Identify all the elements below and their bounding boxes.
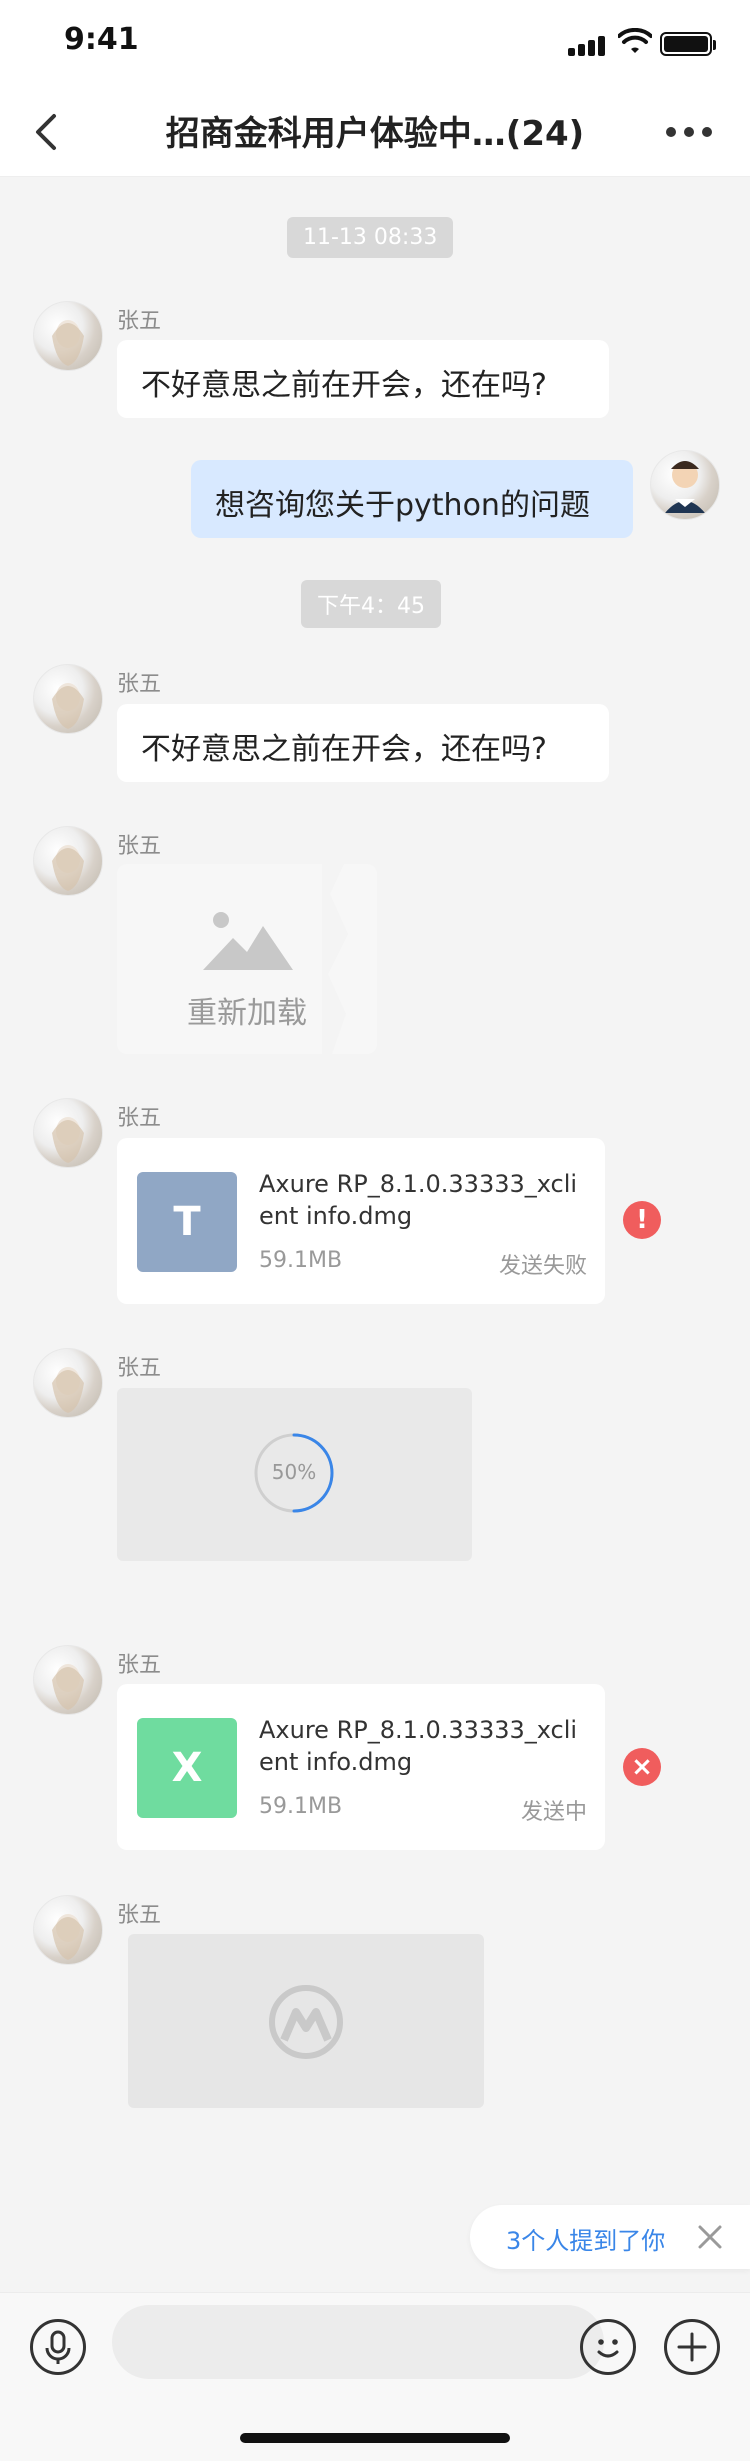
status-time: 9:41 [64,22,139,57]
sender-name: 张五 [117,1356,162,1381]
file-card[interactable]: X Axure RP_8.1.0.33333_xclient info.dmg … [117,1684,605,1850]
status-icons [568,28,718,60]
avatar[interactable] [33,1645,103,1715]
status-bar: 9:41 [0,0,750,88]
image-icon [203,912,293,970]
avatar[interactable] [33,301,103,371]
avatar-self[interactable] [650,450,720,520]
sender-name: 张五 [117,672,162,697]
image-placeholder[interactable]: 重新加载 [117,864,377,1054]
more-options-icon[interactable] [666,124,722,140]
progress-label: 50% [271,1460,317,1484]
chat-title: 招商金科用户体验中…(24) [165,114,585,154]
file-size: 59.1MB [259,1248,343,1273]
message-bubble-self[interactable]: 想咨询您关于python的问题 [191,460,633,538]
input-bar [0,2292,750,2461]
file-card[interactable]: T Axure RP_8.1.0.33333_xclient info.dmg … [117,1138,605,1304]
sender-name: 张五 [117,1106,162,1131]
sender-name: 张五 [117,834,162,859]
emoji-icon[interactable] [580,2319,636,2375]
signal-icon [568,34,608,56]
avatar[interactable] [33,1895,103,1965]
avatar[interactable] [33,664,103,734]
back-icon[interactable] [24,108,72,156]
video-upload-card[interactable]: 50% [117,1388,472,1561]
avatar[interactable] [33,826,103,896]
reload-text[interactable]: 重新加载 [187,988,307,1032]
file-size: 59.1MB [259,1794,343,1819]
file-name: Axure RP_8.1.0.33333_xclient info.dmg [259,1716,578,1776]
close-icon[interactable] [696,2223,724,2251]
file-status: 发送中 [520,1800,587,1825]
nav-bar: 招商金科用户体验中…(24) [0,88,750,177]
wifi-icon [618,28,652,53]
file-type-icon: T [137,1172,237,1272]
file-status: 发送失败 [498,1254,587,1279]
brand-logo-icon [269,1985,343,2059]
message-input[interactable] [112,2305,604,2379]
image-card[interactable] [128,1934,484,2108]
sender-name: 张五 [117,309,162,334]
avatar[interactable] [33,1098,103,1168]
message-bubble[interactable]: 不好意思之前在开会，还在吗? [117,340,609,418]
mention-text[interactable]: 3个人提到了你 [506,2221,665,2256]
file-type-icon: X [137,1718,237,1818]
sender-name: 张五 [117,1903,162,1928]
cancel-send-icon[interactable]: × [623,1748,661,1786]
sender-name: 张五 [117,1653,162,1678]
message-bubble[interactable]: 不好意思之前在开会，还在吗? [117,704,609,782]
plus-icon[interactable] [664,2319,720,2375]
battery-icon [660,32,716,56]
microphone-icon[interactable] [30,2319,86,2375]
home-indicator [240,2433,510,2443]
timestamp-chip: 11-13 08:33 [287,217,454,258]
timestamp-chip: 下午4：45 [301,580,441,628]
avatar[interactable] [33,1348,103,1418]
file-name: Axure RP_8.1.0.33333_xclient info.dmg [259,1170,578,1230]
mention-toast[interactable]: 3个人提到了你 [470,2205,750,2269]
torn-edge [322,864,348,1054]
error-icon[interactable]: ! [623,1201,661,1239]
